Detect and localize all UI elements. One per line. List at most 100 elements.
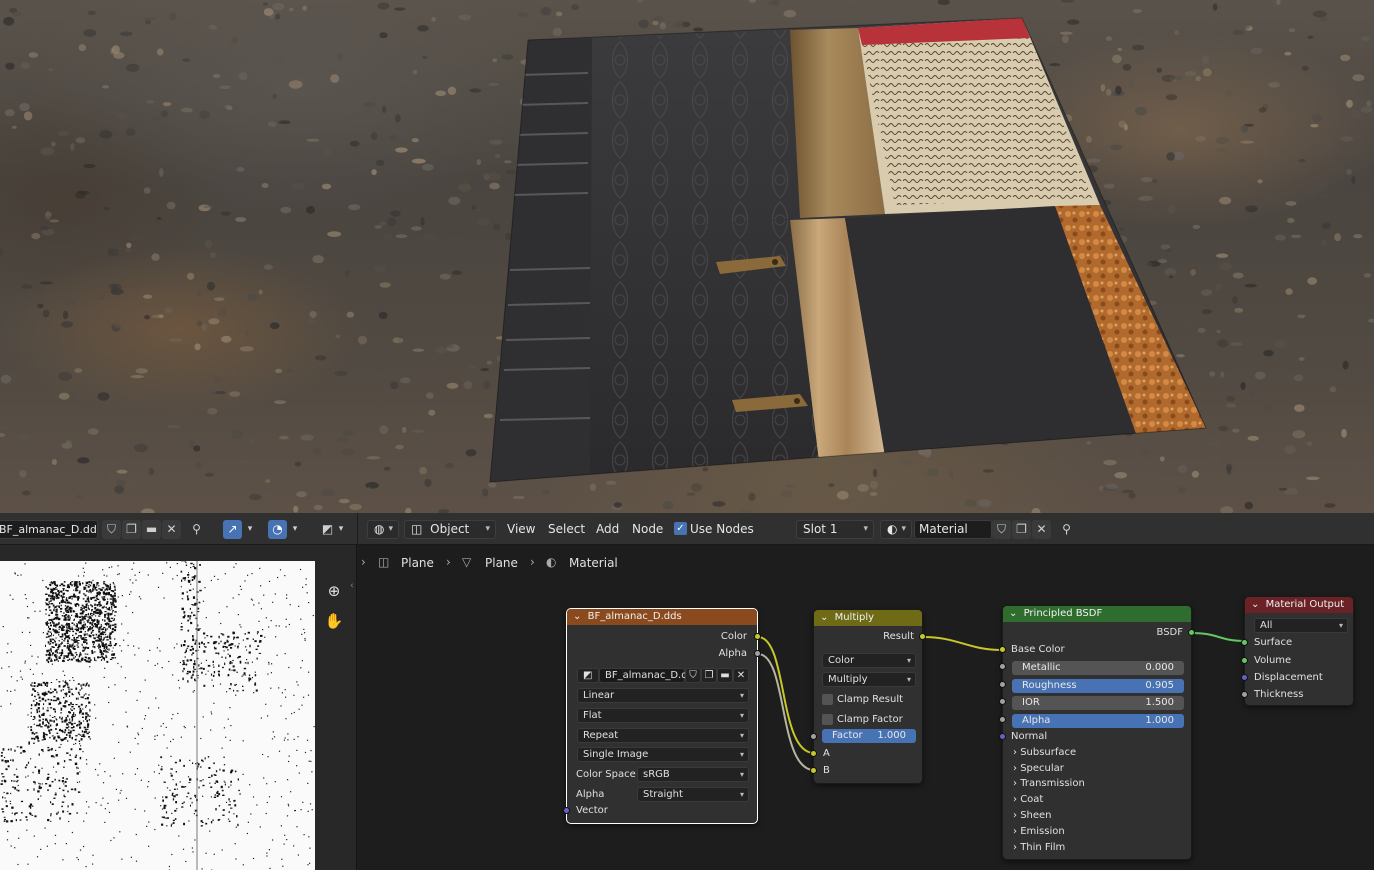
output-bsdf-socket[interactable] [1188,629,1195,636]
input-alpha-socket[interactable] [999,716,1006,723]
input-metallic-socket[interactable] [999,663,1006,670]
input-factor-socket[interactable] [810,733,817,740]
unlink-material-close-icon[interactable]: ✕ [1032,520,1051,539]
menu-add[interactable]: Add [596,521,619,537]
zoom-icon[interactable]: ⊕ [322,579,346,603]
link-bsdf-to-surface [1191,632,1245,642]
fake-user-shield-icon[interactable]: ⛉ [685,668,701,683]
alpha-slider[interactable]: Alpha 1.000 [1012,714,1184,728]
chevron-down-icon: ▾ [739,750,744,759]
fake-user-shield-icon[interactable]: ⛉ [102,520,121,539]
fake-user-shield-icon[interactable]: ⛉ [992,520,1011,539]
browse-material-dropdown[interactable]: ◐ ▾ [880,520,912,539]
chevron-down-icon: ▾ [906,656,911,665]
duplicate-material-icon[interactable]: ❐ [1012,520,1031,539]
input-normal-socket[interactable] [999,733,1006,740]
uv-sync-icon[interactable]: ↗ [223,520,242,539]
region-toggle-arrow-icon[interactable]: ‹ [350,581,354,591]
image-texture-node-header[interactable]: ⌄ BF_almanac_D.dds [567,609,757,625]
unlink-image-close-icon[interactable]: ✕ [733,668,749,683]
panel-subsurface-label: Subsurface [1020,747,1077,758]
clamp-factor-checkbox[interactable] [822,714,833,725]
metallic-slider[interactable]: Metallic 0.000 [1012,661,1184,675]
open-image-folder-icon[interactable]: ▬ [142,520,161,539]
image-editor[interactable]: BF_almanac_D.dds ⛉ ❐ ▬ ✕ ⚲ ↗ ▾ ◔ ▾ ◩ ▾ ⊕… [0,513,357,870]
menu-view[interactable]: View [507,521,535,537]
input-volume-socket[interactable] [1241,657,1248,664]
projection-dropdown[interactable]: Flat ▾ [577,708,749,723]
multiply-mix-node[interactable]: ⌄ Multiply Result Color ▾ Multiply ▾ Clamp… [810,609,926,784]
base-color-label: Base Color [1011,644,1065,655]
panel-coat[interactable]: › Coat [1013,794,1043,805]
input-displacement-socket[interactable] [1241,674,1248,681]
data-type-dropdown[interactable]: Color ▾ [822,653,916,668]
open-image-folder-icon[interactable]: ▬ [717,668,733,683]
roughness-label: Roughness [1022,680,1077,691]
output-color-socket[interactable] [754,633,761,640]
material-output-node[interactable]: ⌄ Material Output All ▾ Surface Volume Di… [1241,596,1354,706]
material-name-field[interactable]: Material [914,520,992,539]
factor-slider[interactable]: Factor 1.000 [822,729,916,743]
input-base-color-socket[interactable] [999,646,1006,653]
interpolation-dropdown[interactable]: Linear ▾ [577,688,749,703]
image-canvas[interactable] [0,561,315,870]
pin-icon[interactable]: ⚲ [1057,520,1076,539]
duplicate-image-icon[interactable]: ❐ [122,520,141,539]
gizmo-toggle-icon[interactable]: ◔ [268,520,287,539]
extension-dropdown[interactable]: Repeat ▾ [577,728,749,743]
pan-hand-icon[interactable]: ✋ [322,609,346,633]
panel-sheen[interactable]: › Sheen [1013,810,1052,821]
panel-emission[interactable]: › Emission [1013,826,1065,837]
input-roughness-socket[interactable] [999,681,1006,688]
image-browse-dropdown[interactable]: ◩ [577,668,599,683]
input-b-socket[interactable] [810,767,817,774]
input-a-socket[interactable] [810,750,817,757]
alpha-mode-dropdown[interactable]: Straight ▾ [637,787,749,802]
input-vector-socket[interactable] [563,807,570,814]
color-space-label: Color Space [576,769,636,780]
breadcrumb: › ◫ Plane › ▽ Plane › ◐ Material [358,553,758,573]
clamp-result-checkbox[interactable] [822,694,833,705]
input-surface-socket[interactable] [1241,639,1248,646]
source-dropdown[interactable]: Single Image ▾ [577,747,749,762]
image-texture-node[interactable]: ⌄ BF_almanac_D.dds Color Alpha ◩ BF_alma… [563,608,761,824]
chevron-down-icon[interactable]: ▾ [288,520,302,539]
input-thickness-socket[interactable] [1241,691,1248,698]
factor-label: Factor [832,730,863,741]
pin-icon[interactable]: ⚲ [187,520,206,539]
material-slot-dropdown[interactable]: Slot 1 ▾ [796,520,874,539]
blend-mode-dropdown[interactable]: Multiply ▾ [822,672,916,687]
chevron-down-icon: ▾ [901,524,906,534]
image-name-field[interactable]: BF_almanac_D.dds [0,520,98,539]
principled-bsdf-node-header[interactable]: ⌄ Principled BSDF [1003,606,1191,622]
roughness-slider[interactable]: Roughness 0.905 [1012,679,1184,693]
panel-specular[interactable]: › Specular [1013,763,1064,774]
output-target-dropdown[interactable]: All ▾ [1254,618,1348,633]
color-space-dropdown[interactable]: sRGB ▾ [637,767,749,782]
chevron-down-icon[interactable]: ▾ [243,520,257,539]
image-texture-node-title: BF_almanac_D.dds [587,611,682,622]
ior-slider[interactable]: IOR 1.500 [1012,696,1184,710]
output-result-socket[interactable] [919,633,926,640]
material-output-node-header[interactable]: ⌄ Material Output [1245,597,1353,613]
menu-node[interactable]: Node [632,521,663,537]
chevron-down-icon[interactable]: ▾ [334,520,348,539]
use-nodes-checkbox[interactable]: ✓ [674,522,687,535]
input-b-label: B [823,765,830,776]
multiply-node-header[interactable]: ⌄ Multiply [814,610,922,626]
panel-subsurface[interactable]: › Subsurface [1013,747,1076,758]
panel-thin-film[interactable]: › Thin Film [1013,842,1065,853]
shader-node-editor[interactable]: ◍ ▾ ◫ Object ▾ View Select Add Node ✓ Use… [358,513,1374,870]
thickness-label: Thickness [1254,689,1304,700]
unlink-image-close-icon[interactable]: ✕ [162,520,181,539]
node-image-name-field[interactable]: BF_almanac_D.dds [599,668,699,683]
input-ior-socket[interactable] [999,698,1006,705]
output-alpha-socket[interactable] [754,650,761,657]
principled-bsdf-node[interactable]: ⌄ Principled BSDF BSDF Base Color Metall… [999,605,1195,860]
panel-transmission[interactable]: › Transmission [1013,778,1085,789]
duplicate-image-icon[interactable]: ❐ [701,668,717,683]
editor-type-dropdown[interactable]: ◍ ▾ [367,520,399,539]
3d-viewport[interactable] [0,0,1374,513]
object-mode-dropdown[interactable]: ◫ Object ▾ [404,520,496,539]
menu-select[interactable]: Select [548,521,585,537]
